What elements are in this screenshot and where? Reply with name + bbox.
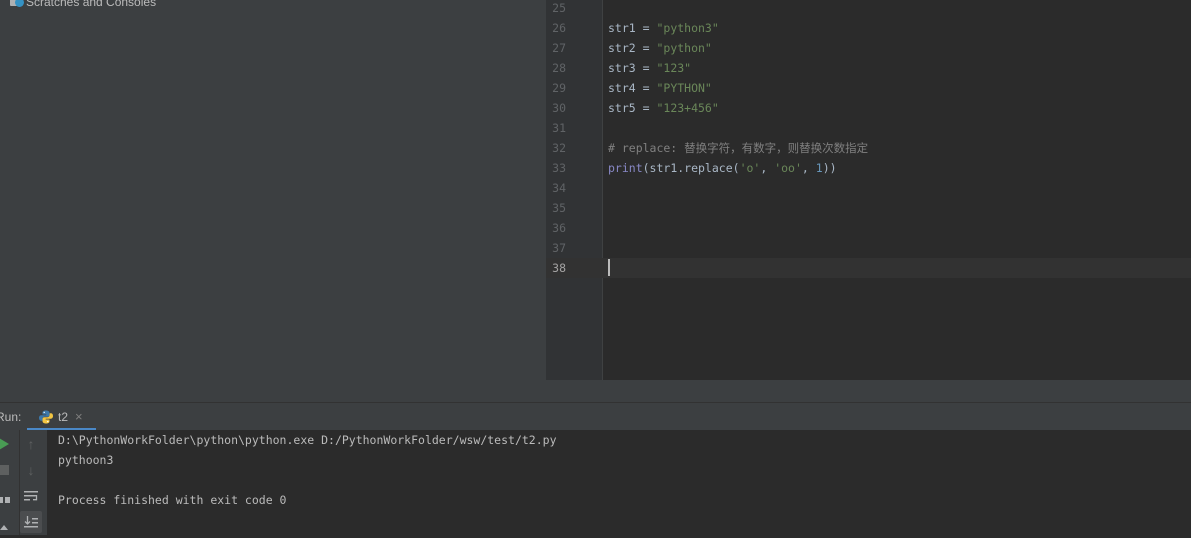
- code-line[interactable]: 33 print(str1.replace('o', 'oo', 1)): [546, 158, 1191, 178]
- run-tool-window-header: Run: t2 ×: [0, 402, 1191, 431]
- code-line[interactable]: 35: [546, 198, 1191, 218]
- code-token: 1: [815, 161, 823, 175]
- code-line[interactable]: 37: [546, 238, 1191, 258]
- line-number: 32: [552, 141, 566, 155]
- code-token: 'o': [739, 161, 761, 175]
- code-line[interactable]: 34: [546, 178, 1191, 198]
- code-line[interactable]: 31: [546, 118, 1191, 138]
- code-token: ,: [801, 161, 816, 175]
- console-output-line: D:\PythonWorkFolder\python\python.exe D:…: [58, 433, 557, 447]
- line-number: 28: [552, 61, 566, 75]
- code-text: str4 = "PYTHON": [608, 78, 712, 98]
- python-icon: [39, 410, 53, 424]
- layout-icon[interactable]: [0, 489, 15, 511]
- code-line[interactable]: 27 str2 = "python": [546, 38, 1191, 58]
- code-token: str4 =: [608, 81, 657, 95]
- code-text: print(str1.replace('o', 'oo', 1)): [608, 158, 837, 178]
- line-number: 26: [552, 21, 566, 35]
- code-token: # replace: 替换字符，有数字，则替换次数指定: [608, 141, 869, 155]
- code-token: ,: [760, 161, 775, 175]
- code-token: "python3": [656, 21, 719, 35]
- line-number: 35: [552, 201, 566, 215]
- line-number: 38: [552, 261, 566, 275]
- code-line[interactable]: 36: [546, 218, 1191, 238]
- code-line[interactable]: 32 # replace: 替换字符，有数字，则替换次数指定: [546, 138, 1191, 158]
- code-token: str3 =: [608, 61, 657, 75]
- text-caret: [608, 259, 610, 276]
- code-token: "python": [656, 41, 712, 55]
- code-token: "PYTHON": [656, 81, 712, 95]
- scroll-to-end-icon[interactable]: [20, 511, 42, 533]
- line-number: 30: [552, 101, 566, 115]
- stop-icon[interactable]: [0, 459, 15, 481]
- code-text: str5 = "123+456": [608, 98, 719, 118]
- code-text: str2 = "python": [608, 38, 712, 58]
- run-label: Run:: [0, 410, 22, 424]
- code-line[interactable]: 25: [546, 0, 1191, 18]
- code-token: (str1.replace(: [642, 161, 740, 175]
- code-editor[interactable]: 25 26 str1 = "python3" 27 str2 = "python" 28 s…: [546, 0, 1191, 380]
- console-output-line: Process finished with exit code 0: [58, 493, 287, 507]
- code-line[interactable]: 29 str4 = "PYTHON": [546, 78, 1191, 98]
- code-token: "123+456": [656, 101, 719, 115]
- line-number: 37: [552, 241, 566, 255]
- code-line[interactable]: 38: [546, 258, 1191, 278]
- code-line[interactable]: 28 str3 = "123": [546, 58, 1191, 78]
- code-line[interactable]: 26 str1 = "python3": [546, 18, 1191, 38]
- run-console: ↑ ↓ D:\PythonWorkFolder\python\python.ex…: [0, 430, 1191, 535]
- code-token: print: [608, 161, 643, 175]
- line-number: 31: [552, 121, 566, 135]
- code-text: # replace: 替换字符，有数字，则替换次数指定: [608, 138, 868, 158]
- down-arrow-icon[interactable]: ↓: [20, 459, 42, 481]
- line-number: 25: [552, 1, 566, 15]
- code-text: str3 = "123": [608, 58, 691, 78]
- line-number: 34: [552, 181, 566, 195]
- line-number: 27: [552, 41, 566, 55]
- tree-item-label: Scratches and Consoles: [26, 0, 157, 9]
- tab-t2[interactable]: t2 ×: [27, 403, 96, 431]
- up-arrow-icon[interactable]: ↑: [20, 433, 42, 455]
- code-token: )): [822, 161, 837, 175]
- code-token: "123": [656, 61, 692, 75]
- editor-scroll-area: [546, 380, 1191, 402]
- line-number: 36: [552, 221, 566, 235]
- tree-item-scratches[interactable]: Scratches and Consoles: [8, 0, 156, 10]
- code-token: str1 =: [608, 21, 657, 35]
- code-token: str2 =: [608, 41, 657, 55]
- line-number: 33: [552, 161, 566, 175]
- code-token: 'oo': [774, 161, 802, 175]
- console-output-line: pythoon3: [58, 453, 114, 467]
- project-panel: Scratches and Consoles: [0, 0, 546, 402]
- code-token: str5 =: [608, 101, 657, 115]
- run-icon[interactable]: [0, 433, 15, 455]
- run-toolbar: ↑ ↓: [0, 430, 47, 535]
- soft-wrap-icon[interactable]: [20, 485, 42, 507]
- line-number: 29: [552, 81, 566, 95]
- code-line[interactable]: 30 str5 = "123+456": [546, 98, 1191, 118]
- scratches-icon: [8, 0, 26, 9]
- code-text: str1 = "python3": [608, 18, 719, 38]
- tab-label: t2: [58, 410, 69, 424]
- close-icon[interactable]: ×: [75, 403, 83, 431]
